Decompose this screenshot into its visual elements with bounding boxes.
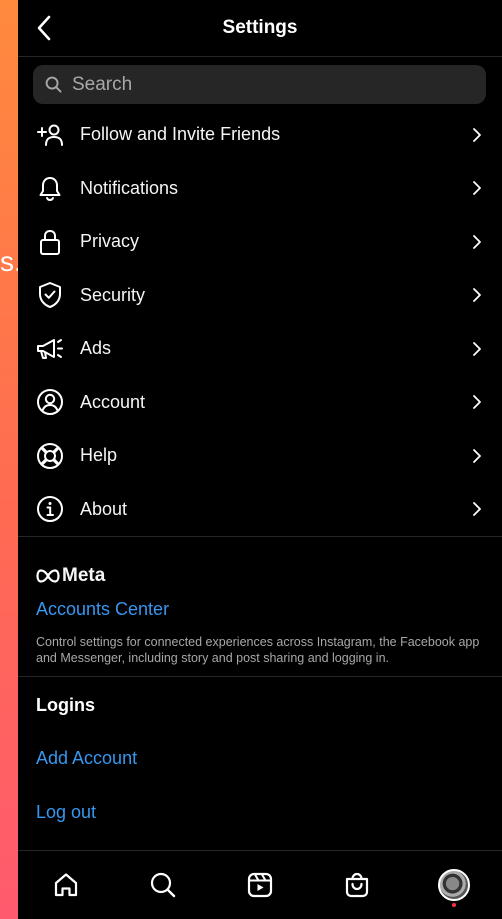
add-account-link[interactable]: Add Account bbox=[18, 731, 502, 785]
logins-heading: Logins bbox=[36, 695, 95, 715]
notification-dot bbox=[451, 903, 456, 907]
avatar bbox=[437, 869, 470, 901]
menu-item-label: Help bbox=[80, 445, 118, 466]
bottom-nav bbox=[18, 850, 502, 919]
settings-menu: Follow and Invite Friends Notifications … bbox=[18, 108, 502, 536]
menu-item-label: Security bbox=[80, 284, 146, 305]
menu-item-about[interactable]: About bbox=[18, 483, 502, 537]
menu-item-privacy[interactable]: Privacy bbox=[18, 215, 502, 269]
back-button[interactable] bbox=[30, 14, 58, 42]
user-circle-icon bbox=[35, 387, 65, 417]
chevron-right-icon bbox=[473, 395, 481, 410]
info-icon bbox=[35, 494, 65, 524]
nav-profile[interactable] bbox=[430, 861, 478, 909]
menu-item-help[interactable]: Help bbox=[18, 429, 502, 483]
chevron-right-icon bbox=[473, 502, 481, 517]
search-icon bbox=[151, 872, 176, 898]
meta-logo: Meta bbox=[36, 565, 484, 587]
search-icon bbox=[45, 76, 62, 93]
lock-icon bbox=[35, 227, 65, 257]
chevron-right-icon bbox=[473, 341, 481, 356]
header: Settings bbox=[18, 0, 502, 57]
megaphone-icon bbox=[35, 334, 65, 364]
chevron-right-icon bbox=[473, 127, 481, 142]
menu-item-ads[interactable]: Ads bbox=[18, 322, 502, 376]
menu-item-label: About bbox=[80, 498, 128, 519]
menu-item-label: Account bbox=[80, 391, 146, 412]
menu-item-label: Ads bbox=[80, 338, 112, 359]
chevron-right-icon bbox=[473, 234, 481, 249]
chevron-right-icon bbox=[473, 288, 481, 303]
nav-reels[interactable] bbox=[236, 861, 284, 909]
meta-infinity-icon bbox=[36, 569, 60, 583]
meta-section: Meta Accounts Center Control settings fo… bbox=[18, 537, 502, 676]
accounts-center-link[interactable]: Accounts Center bbox=[36, 599, 169, 620]
menu-item-security[interactable]: Security bbox=[18, 269, 502, 323]
shield-check-icon bbox=[35, 280, 65, 310]
search-bar[interactable] bbox=[33, 65, 486, 104]
reels-icon bbox=[247, 872, 273, 898]
bell-icon bbox=[35, 173, 65, 203]
nav-home[interactable] bbox=[42, 861, 90, 909]
menu-item-notifications[interactable]: Notifications bbox=[18, 162, 502, 216]
nav-search[interactable] bbox=[139, 861, 187, 909]
menu-item-label: Privacy bbox=[80, 231, 140, 252]
chevron-left-icon bbox=[37, 15, 51, 41]
menu-item-follow-invite[interactable]: Follow and Invite Friends bbox=[18, 108, 502, 162]
chevron-right-icon bbox=[473, 448, 481, 463]
chevron-right-icon bbox=[473, 181, 481, 196]
log-out-link[interactable]: Log out bbox=[18, 785, 502, 839]
menu-item-label: Notifications bbox=[80, 177, 179, 198]
settings-screen: Settings Follow and Invite Friends Notif… bbox=[18, 0, 502, 919]
page-title: Settings bbox=[222, 17, 298, 38]
shop-icon bbox=[345, 872, 368, 898]
home-icon bbox=[55, 873, 78, 897]
lifebuoy-icon bbox=[35, 441, 65, 471]
search-input[interactable] bbox=[70, 72, 454, 97]
meta-logo-text: Meta bbox=[62, 565, 106, 586]
accounts-center-description: Control settings for connected experienc… bbox=[36, 635, 480, 665]
menu-item-label: Follow and Invite Friends bbox=[80, 124, 281, 145]
add-person-icon bbox=[35, 120, 65, 150]
nav-shop[interactable] bbox=[333, 861, 381, 909]
menu-item-account[interactable]: Account bbox=[18, 376, 502, 430]
